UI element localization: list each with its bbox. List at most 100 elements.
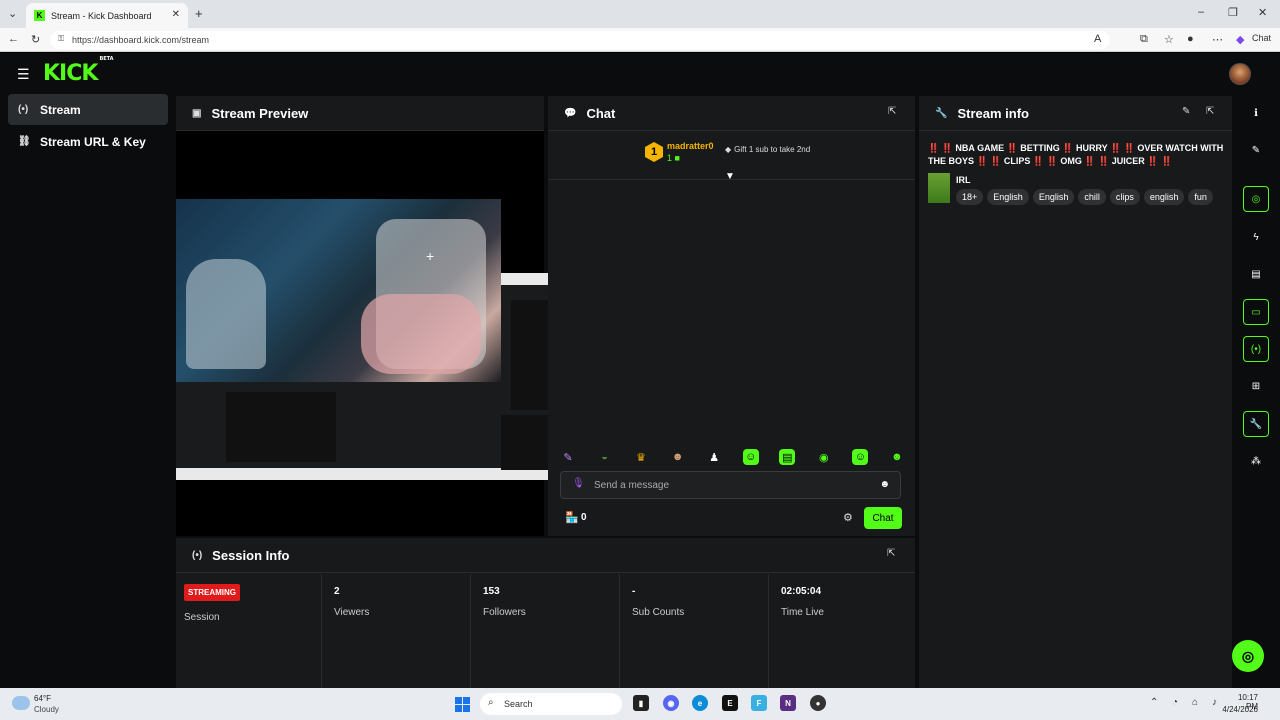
refresh-icon[interactable]: ↻: [31, 33, 40, 46]
tag: 18+: [956, 189, 984, 205]
sidebar-item-stream-url-key[interactable]: ⛓ Stream URL & Key: [8, 126, 168, 157]
broadcast-icon: (•): [18, 104, 29, 115]
emote-icon[interactable]: ◒: [597, 449, 613, 465]
network-icon[interactable]: ⌂: [1192, 697, 1198, 708]
broadcast-icon[interactable]: (•): [1243, 336, 1269, 362]
wrench-icon[interactable]: 🔧: [1243, 411, 1269, 437]
store-icon[interactable]: 🏪: [565, 511, 579, 524]
taskbar-date[interactable]: 4/24/2026: [1212, 705, 1258, 714]
epic-games-icon[interactable]: E: [722, 695, 738, 711]
followers-stat: 153 Followers: [471, 574, 620, 688]
emote-icon[interactable]: ▤: [779, 449, 796, 465]
copilot-chat-label[interactable]: Chat: [1252, 33, 1271, 43]
session-label: Session: [184, 612, 220, 623]
close-tab-icon[interactable]: ✕: [172, 9, 180, 20]
chat-message-input[interactable]: 🎙 Send a message ☻: [560, 471, 901, 499]
viewers-stat: 2 Viewers: [322, 574, 471, 688]
emoji-icon[interactable]: ☻: [879, 479, 890, 490]
stat-label: Viewers: [334, 607, 370, 618]
stat-value: 153: [483, 586, 500, 597]
read-aloud-icon[interactable]: A: [1094, 33, 1101, 45]
gift-count: 1 ■: [667, 153, 680, 163]
pencil-icon[interactable]: ✎: [1243, 137, 1269, 163]
sidebar-item-label: Stream: [40, 102, 81, 117]
task-view-icon[interactable]: ▮: [633, 695, 649, 711]
kick-logo[interactable]: KICKBETA: [43, 56, 114, 86]
status-badge: STREAMING: [184, 584, 240, 601]
next-app-icon[interactable]: N: [780, 695, 796, 711]
search-placeholder: Search: [504, 699, 533, 709]
lightning-icon[interactable]: ϟ: [1243, 224, 1269, 250]
emote-icon[interactable]: ☻: [889, 449, 905, 465]
broadcast-icon: (•): [192, 549, 203, 561]
start-icon[interactable]: [455, 697, 470, 712]
emote-icon[interactable]: ☺: [852, 449, 869, 465]
send-chat-button[interactable]: Chat: [864, 507, 902, 529]
cursor-crosshair-icon: +: [426, 248, 435, 264]
info-icon[interactable]: ℹ: [1243, 100, 1269, 126]
sidebar: (•) Stream ⛓ Stream URL & Key: [0, 93, 174, 688]
camera-icon[interactable]: ◎: [1243, 186, 1269, 212]
popout-icon[interactable]: ⇱: [1206, 106, 1214, 117]
edit-icon[interactable]: ✎: [1182, 106, 1190, 117]
category-thumbnail: [928, 173, 950, 203]
webcam-overlay: [176, 199, 501, 382]
preview-icon: ▣: [192, 107, 202, 119]
copilot-icon[interactable]: ◆: [1236, 33, 1244, 46]
gear-icon[interactable]: ⚙: [843, 511, 853, 524]
sub-counts-stat: - Sub Counts: [620, 574, 769, 688]
url-text: https://dashboard.kick.com/stream: [72, 35, 210, 45]
stat-label: Time Live: [781, 607, 824, 618]
stream-title: ‼️ ‼️ NBA GAME ‼️ BETTING ‼️ HURRY ‼️ ‼️…: [928, 143, 1224, 166]
tray-chevron-icon[interactable]: ⌃: [1150, 697, 1158, 708]
files-icon[interactable]: F: [751, 695, 767, 711]
emote-icon[interactable]: ♛: [633, 449, 649, 465]
new-tab-icon[interactable]: +: [195, 6, 203, 21]
gifter-name[interactable]: madratter0: [667, 141, 714, 151]
more-icon[interactable]: ⋯: [1212, 33, 1223, 46]
edge-icon[interactable]: e: [692, 695, 708, 711]
tray-app-icon[interactable]: ◔: [1172, 697, 1178, 708]
emote-icon[interactable]: ☺: [742, 449, 759, 465]
share-icon[interactable]: ⁂: [1243, 448, 1269, 474]
support-icon[interactable]: ◎: [1232, 640, 1264, 672]
cloud-icon[interactable]: [12, 696, 30, 710]
extensions-icon[interactable]: ⧉: [1140, 33, 1148, 46]
site-info-icon[interactable]: ⚿: [58, 34, 64, 44]
chat-icon[interactable]: ▭: [1243, 299, 1269, 325]
panel-title: Stream Preview: [211, 105, 309, 121]
gift-sub-cta[interactable]: ◆ Gift 1 sub to take 2nd: [725, 145, 810, 154]
tab-list-icon[interactable]: ⌄: [8, 7, 17, 20]
layout-icon[interactable]: ⊞: [1243, 373, 1269, 399]
sidebar-item-stream[interactable]: (•) Stream: [8, 94, 168, 125]
stat-value: -: [632, 586, 636, 597]
emote-icon[interactable]: ♟: [706, 449, 722, 465]
close-window-icon[interactable]: ✕: [1258, 6, 1267, 19]
weather-temp: 64°F: [34, 694, 51, 703]
restore-icon[interactable]: ❐: [1228, 6, 1238, 19]
windows-taskbar: 64°F Cloudy ⌕ Search ▮ ◉ e E F N ● ⌃ ◔ ⌂…: [0, 688, 1280, 720]
minimize-icon[interactable]: –: [1198, 6, 1204, 18]
emote-icon[interactable]: ✎: [560, 449, 576, 465]
chat-footer: 🏪 0 ⚙ Chat: [548, 504, 915, 536]
panel-header: ▣ Stream Preview: [176, 96, 544, 131]
panel-title: Stream info: [957, 105, 1029, 121]
collapse-icon[interactable]: ▼: [725, 171, 735, 182]
taskbar-search[interactable]: ⌕ Search: [480, 693, 622, 715]
user-avatar[interactable]: [1229, 63, 1251, 85]
emote-icon[interactable]: ◉: [816, 449, 832, 465]
popout-icon[interactable]: ⇱: [887, 548, 895, 559]
menu-icon[interactable]: ☰: [17, 66, 30, 83]
microphone-icon[interactable]: 🎙: [572, 478, 585, 489]
profile-icon[interactable]: ●: [1187, 33, 1194, 45]
obs-icon[interactable]: ●: [810, 695, 826, 711]
favorites-icon[interactable]: ☆: [1164, 33, 1174, 46]
category-name: IRL: [956, 175, 971, 185]
browser-tab[interactable]: K Stream - Kick Dashboard ✕: [26, 3, 188, 28]
popout-icon[interactable]: ⇱: [888, 106, 896, 117]
back-icon[interactable]: ←: [8, 33, 19, 45]
url-field[interactable]: ⚿ https://dashboard.kick.com/stream: [50, 31, 1110, 49]
discord-icon[interactable]: ◉: [663, 695, 679, 711]
emote-icon[interactable]: ☻: [670, 449, 686, 465]
document-icon[interactable]: ▤: [1243, 261, 1269, 287]
